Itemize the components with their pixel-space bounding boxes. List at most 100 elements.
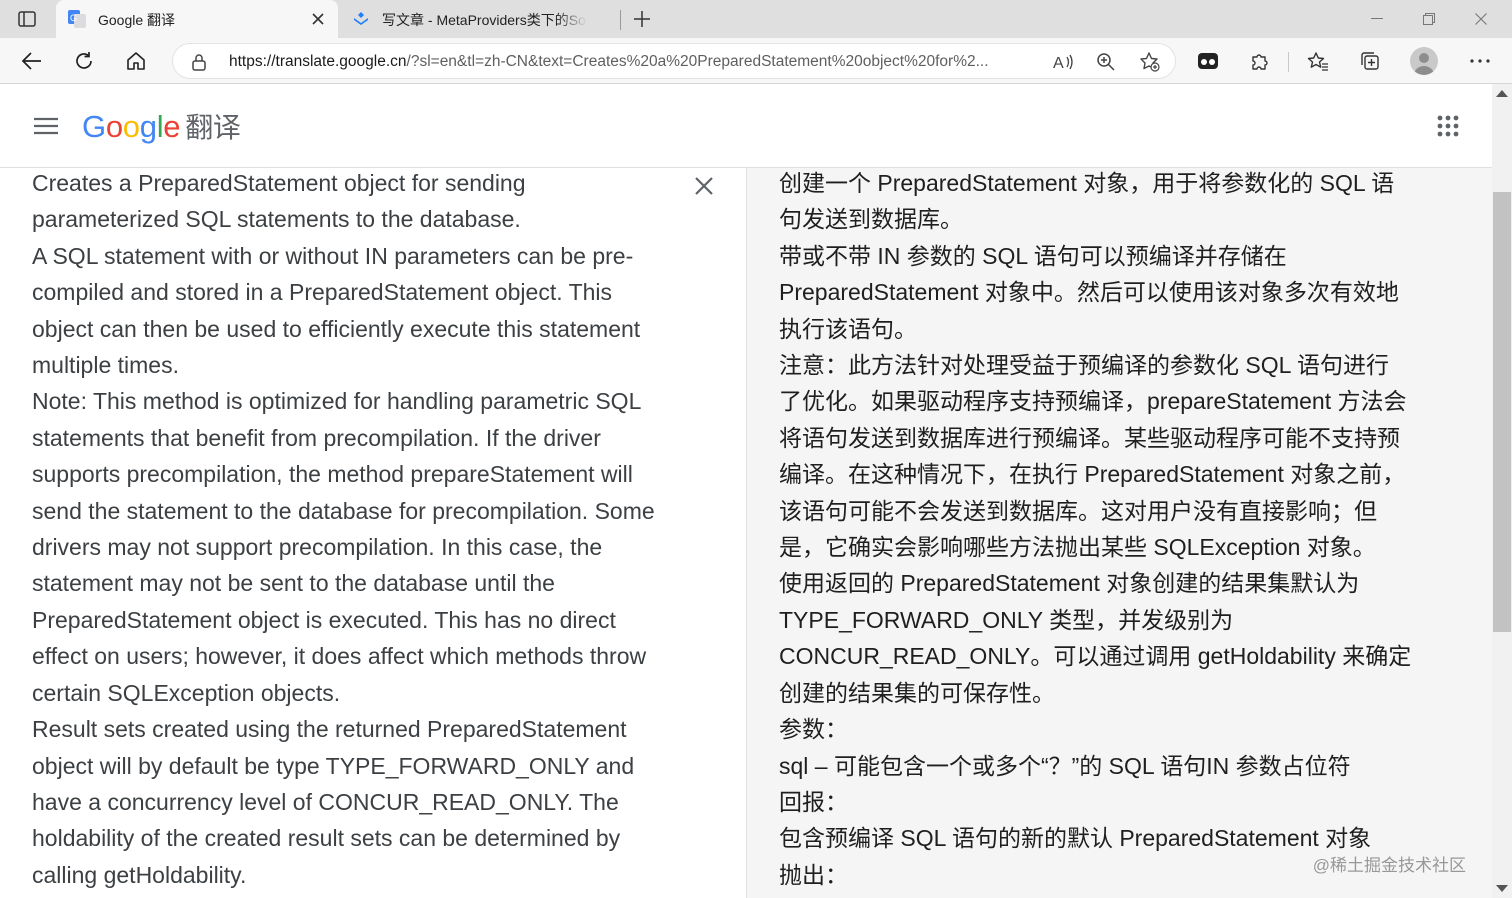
url-path: /?sl=en&tl=zh-CN&text=Creates%20a%20Prep… <box>406 53 989 70</box>
tab-actions-icon <box>18 11 36 27</box>
toolbar-separator <box>1288 52 1289 72</box>
source-line: object can then be used to efficiently e… <box>32 315 641 342</box>
page-scrollbar[interactable] <box>1492 84 1512 898</box>
juejin-icon <box>354 12 368 25</box>
svg-text:A: A <box>1053 55 1064 71</box>
zoom-button[interactable] <box>1095 51 1117 73</box>
logo-letter: e <box>163 109 181 144</box>
translation-line: 参数： <box>779 716 848 743</box>
back-icon <box>22 52 41 70</box>
logo-letter: G <box>82 109 106 144</box>
source-line: drivers may not support precompilation. … <box>32 534 603 561</box>
watermark: @稀土掘金技术社区 <box>1312 856 1466 875</box>
scroll-up-arrow[interactable] <box>1496 90 1508 97</box>
translation-line: 带或不带 IN 参数的 SQL 语句可以预编译并存储在 <box>779 242 1287 269</box>
tab-separator <box>620 10 621 30</box>
source-line: A SQL statement with or without IN param… <box>32 242 634 269</box>
minimize-icon <box>1371 18 1383 19</box>
close-icon <box>312 13 324 25</box>
logo-letter: g <box>139 109 157 144</box>
extension-button[interactable] <box>1192 45 1224 77</box>
translation-line: 创建的结果集的可保存性。 <box>779 679 1055 706</box>
source-line: certain SQLException objects. <box>32 679 341 706</box>
more-button[interactable] <box>1464 45 1496 77</box>
translation-line: 是，它确实会影响哪些方法抛出某些 SQLException 对象。 <box>779 534 1376 561</box>
extensions-menu-button[interactable] <box>1244 45 1276 77</box>
source-line: calling getHoldability. <box>32 861 247 888</box>
tab-strip: G Google 翻译 写文章 - MetaProviders类下的So <box>0 0 1512 38</box>
source-text-panel[interactable]: Creates a PreparedStatement object for s… <box>0 168 746 898</box>
source-line: compiled and stored in a PreparedStateme… <box>32 279 613 306</box>
close-icon <box>1475 13 1487 25</box>
restore-button[interactable] <box>1406 0 1452 38</box>
translation-line: 编译。在这种情况下，在执行 PreparedStatement 对象之前， <box>779 461 1406 488</box>
source-line: Result sets created using the returned P… <box>32 716 627 743</box>
read-aloud-button[interactable]: A <box>1053 51 1075 73</box>
translation-line: 句发送到数据库。 <box>779 206 963 233</box>
google-translate-icon: G <box>68 10 86 28</box>
translation-line: 注意：此方法针对处理受益于预编译的参数化 SQL 语句进行 <box>779 352 1389 379</box>
url-text[interactable]: https://translate.google.cn/?sl=en&tl=zh… <box>229 53 1041 71</box>
tab-close-button[interactable] <box>308 9 328 29</box>
source-textarea[interactable]: Creates a PreparedStatement object for s… <box>32 168 682 893</box>
extension-icon <box>1198 53 1218 69</box>
source-line: send the statement to the database for p… <box>32 497 655 524</box>
translation-line: TYPE_FORWARD_ONLY 类型，并发级别为 <box>779 606 1234 633</box>
profile-avatar[interactable] <box>1410 47 1438 75</box>
menu-icon <box>34 117 58 135</box>
window-close-button[interactable] <box>1458 0 1504 38</box>
refresh-button[interactable] <box>68 45 100 77</box>
url-host: https://translate.google.cn <box>229 53 407 70</box>
refresh-icon <box>76 52 92 69</box>
main-menu-button[interactable] <box>32 112 60 140</box>
tab-write-article[interactable]: 写文章 - MetaProviders类下的So <box>340 0 620 38</box>
tab-google-translate[interactable]: G Google 翻译 <box>56 0 338 38</box>
apps-grid-icon <box>1437 115 1459 137</box>
logo-letter: o <box>105 109 123 144</box>
restore-icon <box>1423 13 1435 25</box>
translation-line: CONCUR_READ_ONLY。可以通过调用 getHoldability 来… <box>779 643 1412 670</box>
translation-line: 使用返回的 PreparedStatement 对象创建的结果集默认为 <box>779 570 1360 597</box>
translation-line: 了优化。如果驱动程序支持预编译，prepareStatement 方法会 <box>779 388 1407 415</box>
source-line: statements that benefit from precompilat… <box>32 424 601 451</box>
svg-text:G: G <box>70 13 77 23</box>
add-favorite-icon <box>1140 52 1160 72</box>
clear-source-button[interactable] <box>690 172 718 200</box>
favorites-button[interactable] <box>1302 45 1334 77</box>
source-line: supports precompilation, the method prep… <box>32 461 633 488</box>
translation-line: sql – 可能包含一个或多个“？”的 SQL 语句IN 参数占位符 <box>779 752 1351 779</box>
lock-icon[interactable] <box>191 53 207 71</box>
scrollbar-thumb[interactable] <box>1493 192 1511 632</box>
source-line: effect on users; however, it does affect… <box>32 643 647 670</box>
google-apps-button[interactable] <box>1432 110 1464 142</box>
source-line: PreparedStatement object is executed. Th… <box>32 606 616 633</box>
collections-button[interactable] <box>1354 45 1386 77</box>
add-favorite-button[interactable] <box>1139 51 1161 73</box>
puzzle-icon <box>1252 54 1268 70</box>
address-bar[interactable]: https://translate.google.cn/?sl=en&tl=zh… <box>172 43 1176 79</box>
home-button[interactable] <box>120 45 152 77</box>
translation-line: 执行该语句。 <box>779 315 917 342</box>
browser-toolbar: https://translate.google.cn/?sl=en&tl=zh… <box>0 38 1512 84</box>
zoom-icon <box>1097 53 1115 71</box>
new-tab-button[interactable] <box>628 6 656 32</box>
page-header: Google 翻译 <box>0 84 1492 168</box>
translation-line: PreparedStatement 对象中。然后可以使用该对象多次有效地 <box>779 279 1399 306</box>
google-translate-logo[interactable]: Google 翻译 <box>82 106 241 146</box>
logo-letter: o <box>122 109 140 144</box>
plus-icon <box>634 11 650 27</box>
translation-line: 创建一个 PreparedStatement 对象，用于将参数化的 SQL 语 <box>779 170 1395 196</box>
translation-panel: 创建一个 PreparedStatement 对象，用于将参数化的 SQL 语 … <box>746 168 1492 898</box>
back-button[interactable] <box>16 45 48 77</box>
scroll-down-arrow[interactable] <box>1496 885 1508 892</box>
minimize-button[interactable] <box>1354 0 1400 38</box>
close-icon <box>695 177 713 195</box>
read-aloud-icon: A <box>1053 54 1073 71</box>
tab-actions-button[interactable] <box>10 6 44 32</box>
source-line: object will by default be type TYPE_FORW… <box>32 752 635 779</box>
source-line: have a concurrency level of CONCUR_READ_… <box>32 788 619 815</box>
source-line: Note: This method is optimized for handl… <box>32 388 642 415</box>
product-name: 翻译 <box>185 112 241 143</box>
source-line: holdability of the created result sets c… <box>32 825 621 852</box>
source-line: multiple times. <box>32 352 179 379</box>
